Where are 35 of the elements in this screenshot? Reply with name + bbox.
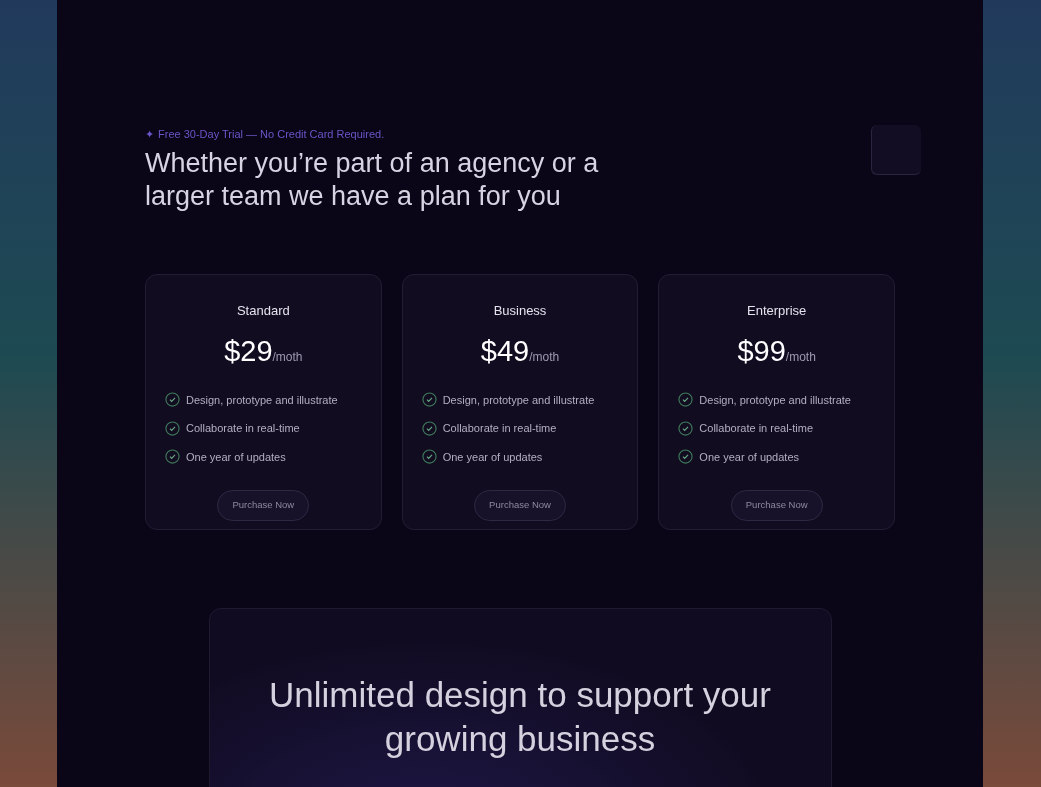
- headline: Whether you’re part of an agency or a larger team we have a plan for you: [145, 146, 600, 213]
- feature-text: Design, prototype and illustrate: [699, 392, 851, 408]
- trial-note: Free 30-Day Trial — No Credit Card Required.: [158, 127, 385, 142]
- check-circle-icon: [165, 420, 180, 436]
- check-circle-icon: [421, 420, 437, 436]
- price-period: /moth: [272, 350, 303, 366]
- feature-text: One year of updates: [699, 449, 800, 465]
- banner-headline: Unlimited design to support your growing business: [268, 673, 772, 760]
- check-circle-icon: [165, 449, 180, 465]
- feature-text: Collaborate in real-time: [186, 421, 300, 436]
- plan-price: $29: [224, 334, 273, 369]
- purchase-button[interactable]: Purchase Now: [217, 490, 310, 521]
- feature-text: One year of updates: [442, 449, 543, 465]
- check-circle-icon: [678, 420, 694, 436]
- feature-text: Design, prototype and illustrate: [186, 392, 338, 408]
- purchase-button[interactable]: Purchase Now: [474, 490, 566, 521]
- check-circle-icon: [165, 392, 180, 408]
- check-circle-icon: [421, 449, 437, 465]
- feature-text: One year of updates: [186, 449, 286, 465]
- plan-name: Business: [493, 301, 547, 320]
- check-circle-icon: [678, 392, 694, 408]
- check-circle-icon: [421, 392, 437, 408]
- plan-name: Standard: [236, 301, 290, 320]
- feature-text: Collaborate in real-time: [699, 421, 814, 436]
- purchase-button[interactable]: Purchase Now: [730, 490, 823, 521]
- sparkle-icon: ✦: [145, 126, 154, 143]
- feature-text: Design, prototype and illustrate: [442, 392, 595, 408]
- check-circle-icon: [678, 449, 694, 465]
- decorative-square: [871, 125, 921, 175]
- feature-text: Collaborate in real-time: [442, 421, 557, 436]
- price-period: /moth: [785, 350, 816, 366]
- price-period: /moth: [529, 350, 560, 366]
- plan-price: $99: [737, 334, 786, 369]
- plan-price: $49: [480, 334, 530, 369]
- plan-name: Enterprise: [747, 301, 807, 320]
